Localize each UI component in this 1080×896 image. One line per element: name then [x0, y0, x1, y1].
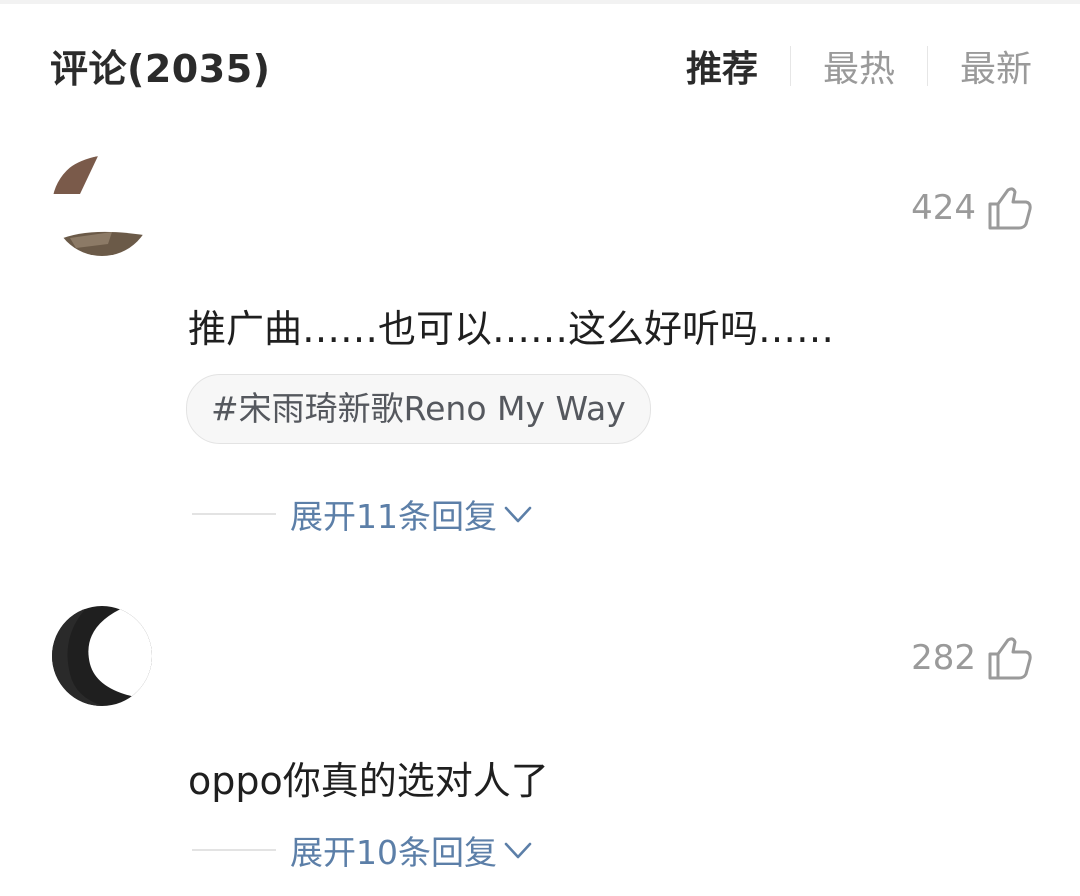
tab-newest[interactable]: 最新 [960, 40, 1032, 92]
reply-divider [192, 513, 276, 515]
tab-divider [789, 46, 791, 86]
topic-tag[interactable]: #宋雨琦新歌Reno My Way [186, 374, 651, 444]
like-button[interactable]: 424 [911, 184, 1034, 232]
like-count: 424 [911, 188, 976, 228]
comment-item: 424 推广曲……也可以……这么好听吗…… #宋雨琦新歌Reno My Way … [0, 150, 1080, 550]
tab-recommended[interactable]: 推荐 [686, 40, 758, 92]
avatar[interactable] [50, 154, 154, 258]
chevron-down-icon [504, 842, 532, 859]
tab-hottest[interactable]: 最热 [823, 40, 895, 92]
comment-item: 282 oppo你真的选对人了 展开10条回复 [0, 600, 1080, 896]
comment-text: oppo你真的选对人了 [188, 759, 549, 803]
thumbs-up-icon [988, 187, 1032, 230]
comments-title: 评论(2035) [50, 47, 271, 91]
chevron-down-icon [504, 506, 532, 523]
avatar[interactable] [50, 604, 154, 708]
expand-replies[interactable]: 展开11条回复 [192, 490, 535, 538]
tab-divider [926, 46, 928, 86]
expand-replies-label: 展开10条回复 [290, 833, 497, 872]
like-button[interactable]: 282 [911, 634, 1034, 682]
expand-replies[interactable]: 展开10条回复 [192, 826, 535, 874]
thumbs-up-icon [988, 637, 1032, 680]
sort-tabs: 推荐 最热 最新 [686, 40, 1032, 92]
expand-replies-label: 展开11条回复 [290, 497, 497, 536]
like-count: 282 [911, 638, 976, 678]
comments-header: 评论(2035) 推荐 最热 最新 [0, 0, 1080, 130]
reply-divider [192, 849, 276, 851]
comment-text: 推广曲……也可以……这么好听吗…… [188, 307, 835, 351]
